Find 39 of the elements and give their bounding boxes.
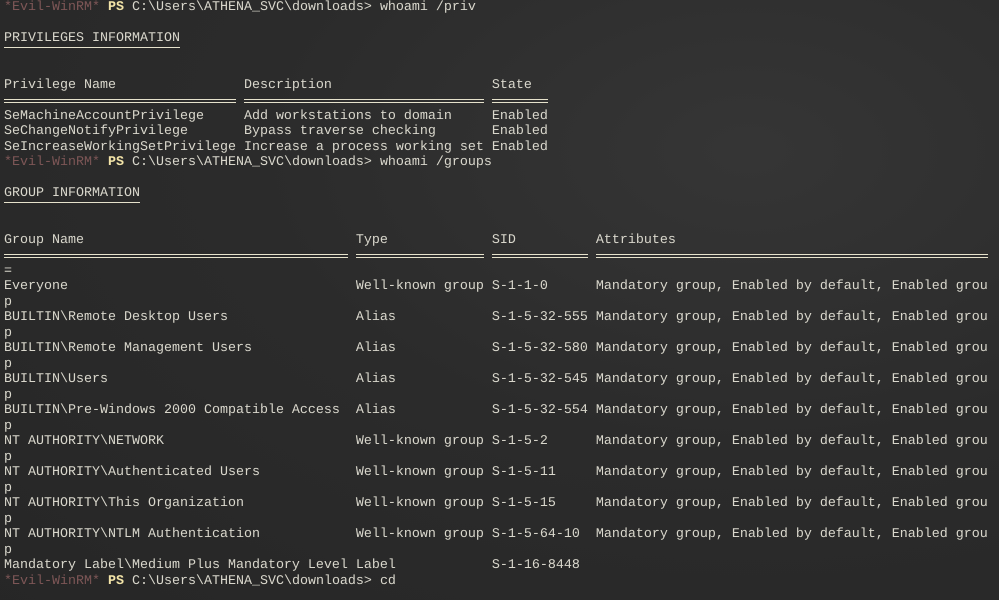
column-header-line: Privilege Name Description State bbox=[4, 78, 532, 93]
terminal-line: p bbox=[4, 294, 12, 310]
terminal-line: SeIncreaseWorkingSetPrivilege Increase a process working set Enabled bbox=[4, 140, 548, 155]
terminal-line: SeChangeNotifyPrivilege Bypass traverse checking Enabled bbox=[4, 124, 548, 140]
terminal-line: BUILTIN\Remote Desktop Users Alias S-1-5-32-555 Mandatory group, Enabled by default, Enabled grou bbox=[4, 310, 988, 326]
terminal-line: p bbox=[4, 418, 12, 434]
prompt-path: C:\Users\ATHENA_SVC\downloads> bbox=[132, 574, 373, 589]
command-text: cd bbox=[380, 574, 396, 589]
terminal-line: p bbox=[4, 542, 12, 558]
terminal-line: NT AUTHORITY\Authenticated Users Well-known group S-1-5-11 Mandatory group, Enabled by default, Enabled grou bbox=[4, 465, 988, 480]
command-text: whoami /groups bbox=[380, 155, 492, 170]
section-heading: PRIVILEGES INFORMATION bbox=[4, 31, 180, 46]
terminal-line: NT AUTHORITY\NTLM Authentication Well-known group S-1-5-64-10 Mandatory group, Enabled by default, Enabled grou bbox=[4, 527, 988, 542]
prompt-tag: *Evil-WinRM* bbox=[4, 155, 108, 170]
prompt-tag: *Evil-WinRM* bbox=[4, 574, 108, 589]
terminal-line: BUILTIN\Pre-Windows 2000 Compatible Access Alias S-1-5-32-554 Mandatory group, Enabled by default, Enabled grou bbox=[4, 403, 988, 418]
terminal-line: p bbox=[4, 512, 12, 527]
wrapped-rule-text: = bbox=[4, 264, 12, 279]
shell-label: PS bbox=[108, 0, 125, 16]
terminal-line: BUILTIN\Users Alias S-1-5-32-545 Mandatory group, Enabled by default, Enabled grou bbox=[4, 372, 988, 388]
terminal-line: SeMachineAccountPrivilege Add workstations to domain Enabled bbox=[4, 108, 548, 124]
terminal-line: p bbox=[4, 356, 12, 372]
terminal-line: BUILTIN\Remote Management Users Alias S-1-5-32-580 Mandatory group, Enabled by default, Enabled grou bbox=[4, 341, 988, 356]
prompt-path: C:\Users\ATHENA_SVC\downloads> bbox=[132, 155, 373, 170]
prompt-path: C:\Users\ATHENA_SVC\downloads> bbox=[132, 0, 373, 16]
terminal-line: Everyone Well-known group S-1-1-0 Mandatory group, Enabled by default, Enabled grou bbox=[4, 279, 988, 294]
column-header-line: Group Name Type SID Attributes bbox=[4, 232, 676, 248]
terminal-line: p bbox=[4, 480, 12, 496]
shell-label: PS bbox=[108, 574, 125, 589]
terminal-line: p bbox=[4, 450, 12, 465]
terminal-line: Mandatory Label\Medium Plus Mandatory Level Label S-1-16-8448 bbox=[4, 558, 580, 574]
terminal-line: NT AUTHORITY\NETWORK Well-known group S-1-5-2 Mandatory group, Enabled by default, Enabled grou bbox=[4, 434, 988, 450]
shell-label: PS bbox=[108, 155, 125, 170]
prompt-tag: *Evil-WinRM* bbox=[4, 0, 108, 16]
section-heading: GROUP INFORMATION bbox=[4, 186, 140, 202]
terminal-line: p bbox=[4, 326, 12, 341]
terminal-line: p bbox=[4, 388, 12, 403]
terminal-line: NT AUTHORITY\This Organization Well-known group S-1-5-15 Mandatory group, Enabled by default, Enabled grou bbox=[4, 496, 988, 512]
command-text: whoami /priv bbox=[380, 0, 476, 16]
